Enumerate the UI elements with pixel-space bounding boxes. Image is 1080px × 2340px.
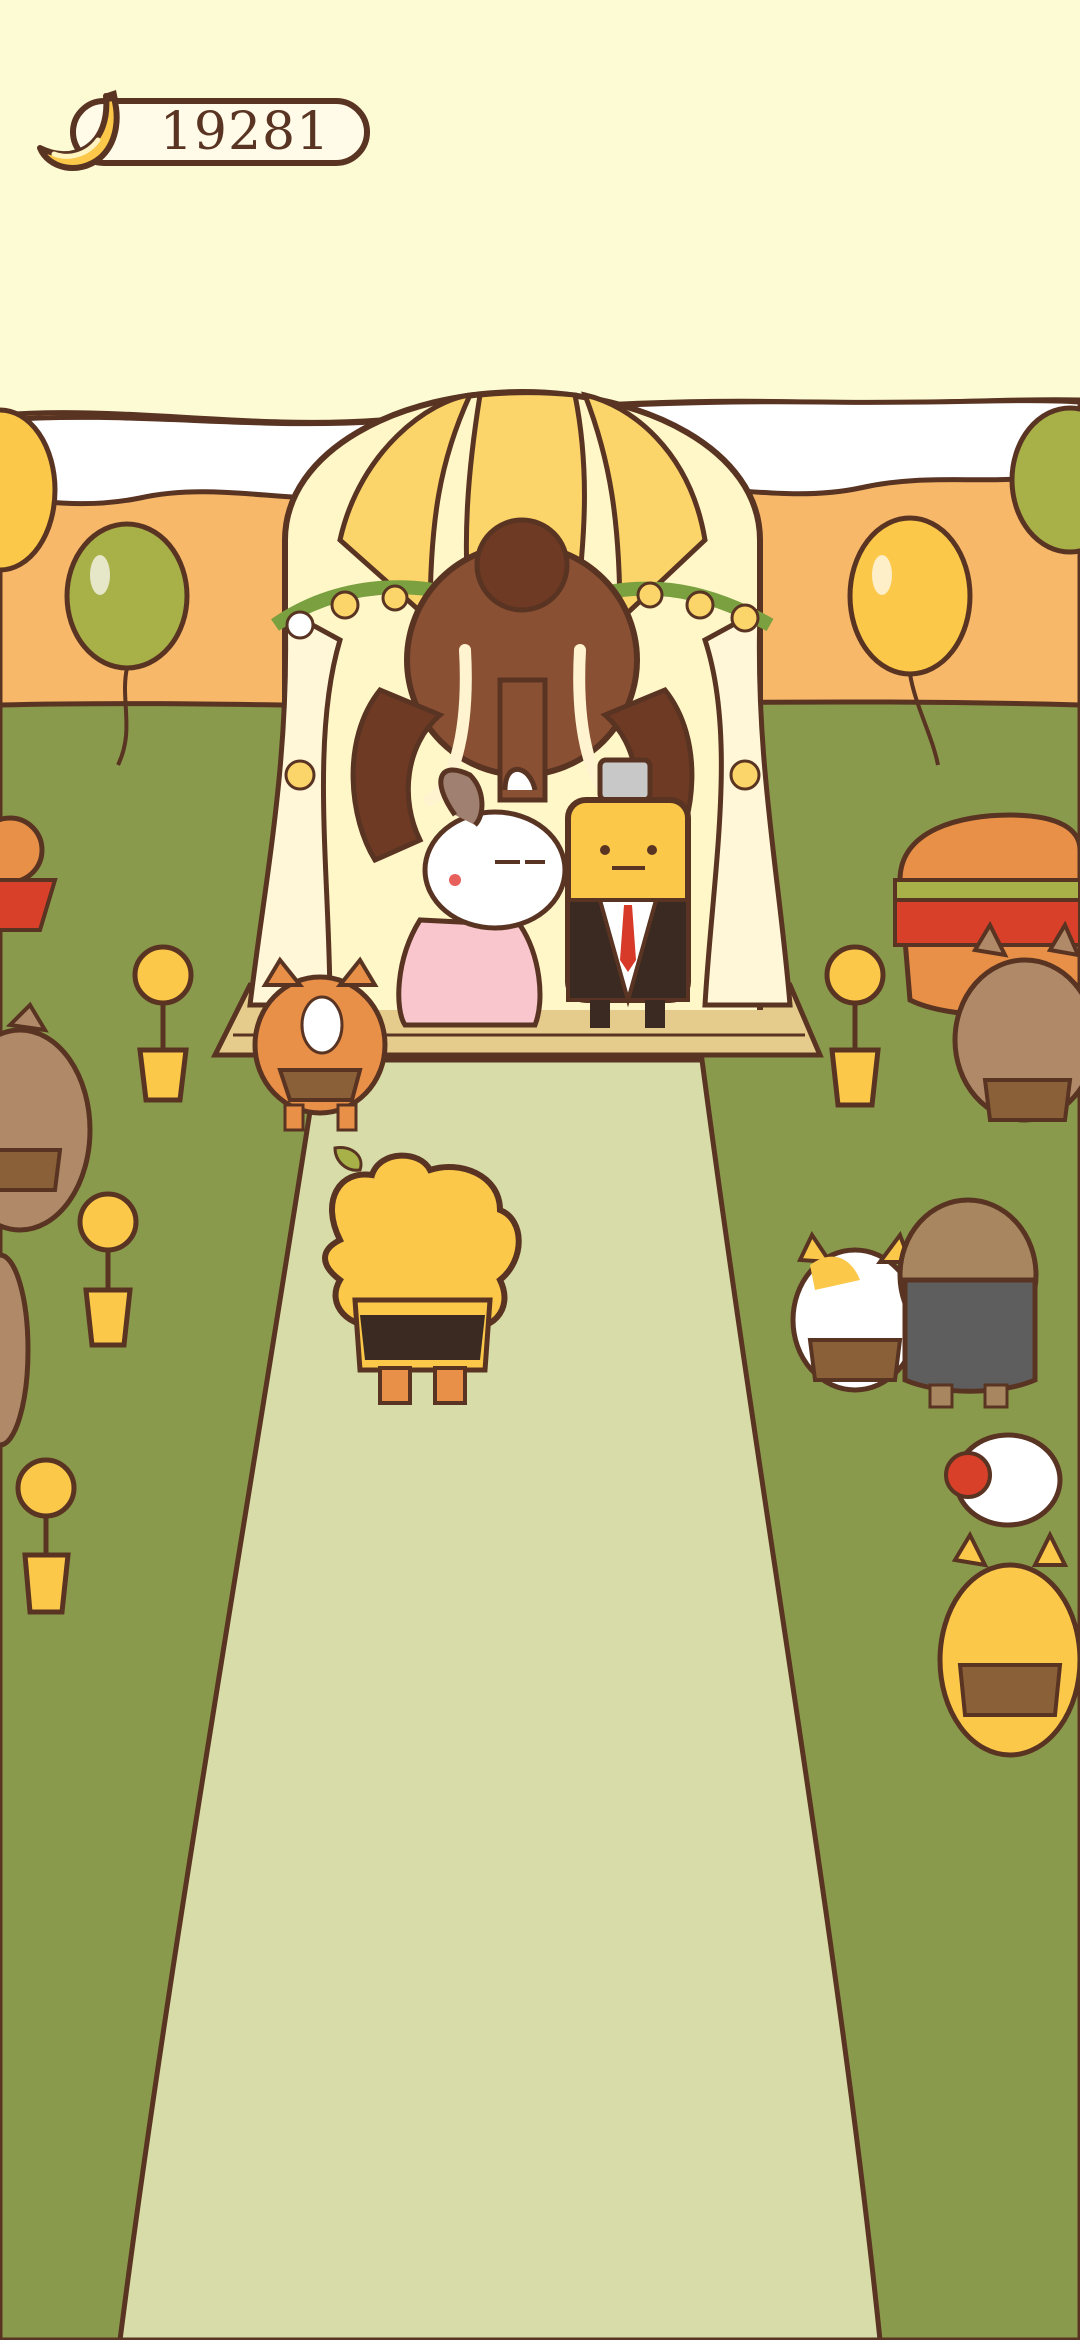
battery-groom (565, 757, 691, 1028)
calico-cat-guest (790, 1230, 920, 1393)
banana-icon (37, 90, 120, 172)
mole-guest (897, 1197, 1039, 1409)
currency-counter[interactable]: 19281 (30, 88, 378, 176)
orange-cat-guest (937, 1432, 1080, 1758)
currency-value: 19281 (159, 102, 331, 162)
wedding-scene (0, 0, 1080, 2340)
